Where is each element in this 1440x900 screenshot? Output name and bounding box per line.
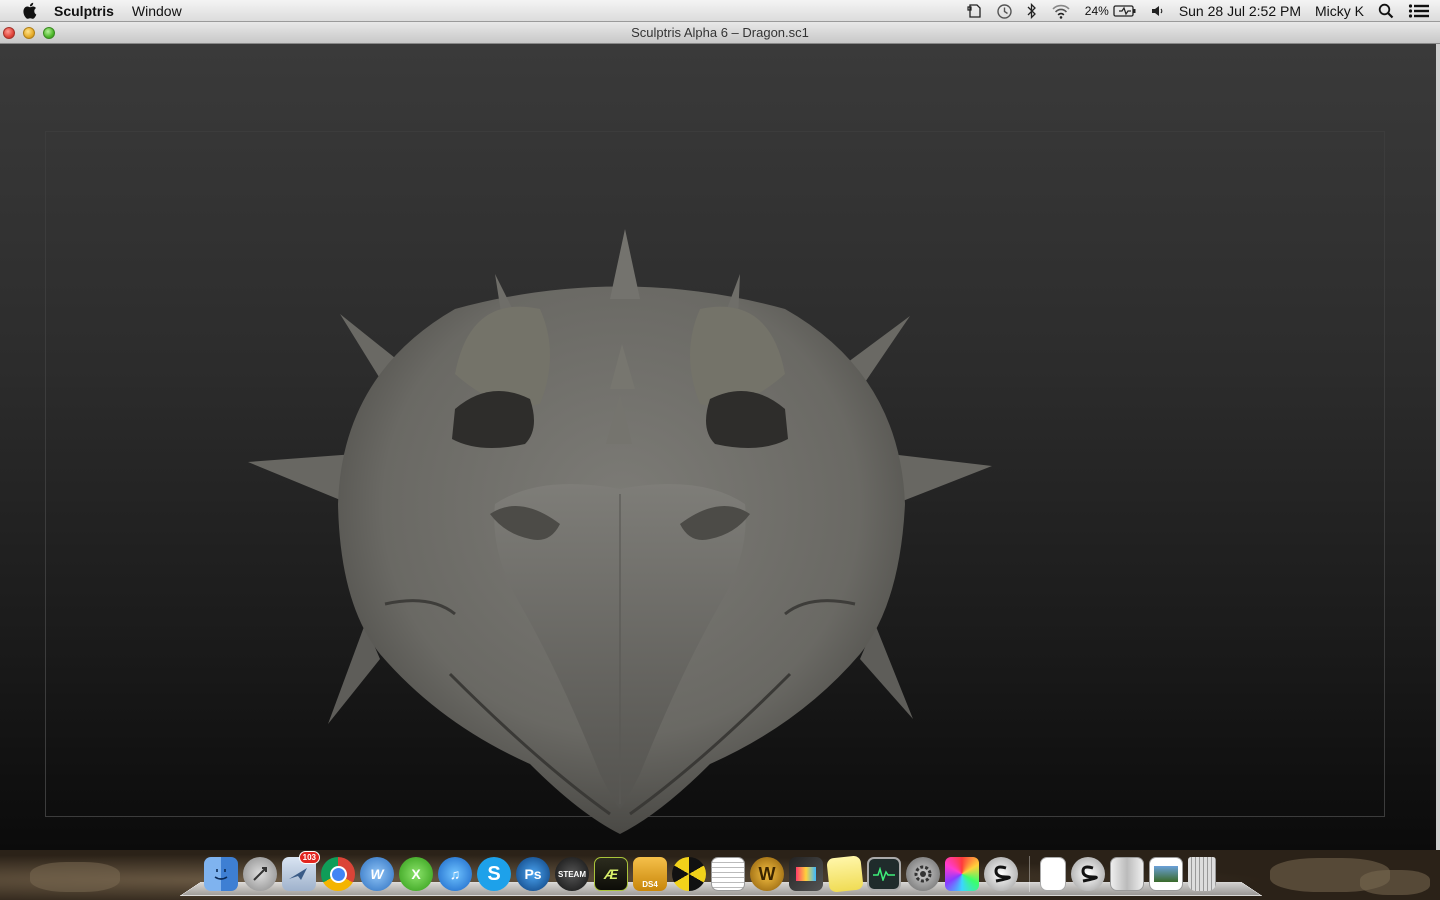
dragon-head-model[interactable] bbox=[240, 204, 1000, 844]
stickies-icon[interactable] bbox=[826, 855, 864, 893]
apple-menu-icon[interactable] bbox=[20, 2, 38, 19]
launchpad-icon[interactable] bbox=[243, 857, 277, 891]
mail-icon[interactable]: 103 bbox=[282, 851, 320, 891]
menu-bar: Sculptris Window 24% Sun 28 Jul 2:52 PM … bbox=[0, 0, 1440, 22]
finder-icon[interactable] bbox=[204, 857, 238, 891]
steam-icon[interactable]: STEAM bbox=[555, 857, 589, 891]
final-cut-icon[interactable] bbox=[789, 857, 823, 891]
document-icon[interactable] bbox=[1040, 857, 1066, 891]
battery-icon[interactable] bbox=[1113, 4, 1137, 18]
time-machine-icon[interactable] bbox=[996, 3, 1013, 20]
system-preferences-icon[interactable] bbox=[906, 857, 940, 891]
window-titlebar[interactable]: Sculptris Alpha 6 – Dragon.sc1 bbox=[0, 22, 1440, 44]
photoshop-icon[interactable]: Ps bbox=[516, 857, 550, 891]
volume-icon[interactable] bbox=[1151, 4, 1165, 18]
colors-icon[interactable] bbox=[945, 857, 979, 891]
sculptris-2-icon[interactable] bbox=[1071, 857, 1105, 891]
mail-badge: 103 bbox=[298, 851, 320, 864]
sculptris-window: Sculptris Alpha 6 – Dragon.sc1 bbox=[0, 22, 1440, 850]
dock-separator bbox=[1029, 856, 1030, 892]
sculptris-icon[interactable] bbox=[984, 857, 1018, 891]
trash-icon[interactable] bbox=[1188, 857, 1216, 891]
app-menu[interactable]: Sculptris bbox=[54, 0, 114, 22]
user-menu[interactable]: Micky K bbox=[1315, 3, 1364, 19]
xbox-icon[interactable]: X bbox=[399, 857, 433, 891]
skype-icon[interactable]: S bbox=[477, 857, 511, 891]
word-icon[interactable]: W bbox=[360, 857, 394, 891]
evernote-icon[interactable] bbox=[966, 3, 982, 19]
dock: 103 W X ♫ S Ps STEAM Æ DS4 W bbox=[204, 850, 1240, 898]
downloads-stack-icon[interactable] bbox=[1110, 857, 1144, 891]
wifi-icon[interactable] bbox=[1051, 4, 1071, 19]
radiation-icon[interactable] bbox=[672, 857, 706, 891]
spotlight-icon[interactable] bbox=[1378, 3, 1394, 19]
window-scrollbar[interactable] bbox=[1436, 44, 1440, 850]
sculpt-viewport[interactable] bbox=[0, 44, 1436, 850]
window-menu[interactable]: Window bbox=[132, 0, 182, 22]
battery-percentage: 24% bbox=[1084, 4, 1109, 18]
notification-center-icon[interactable] bbox=[1408, 3, 1430, 19]
clock[interactable]: Sun 28 Jul 2:52 PM bbox=[1179, 3, 1301, 19]
window-title: Sculptris Alpha 6 – Dragon.sc1 bbox=[631, 25, 809, 40]
bluetooth-icon[interactable] bbox=[1027, 3, 1037, 19]
after-effects-icon[interactable]: Æ bbox=[594, 857, 628, 891]
chrome-icon[interactable] bbox=[321, 857, 355, 891]
textedit-icon[interactable] bbox=[711, 857, 745, 891]
world-of-warcraft-icon[interactable]: W bbox=[750, 857, 784, 891]
itunes-icon[interactable]: ♫ bbox=[438, 857, 472, 891]
ds4-icon[interactable]: DS4 bbox=[633, 857, 667, 891]
activity-monitor-icon[interactable] bbox=[867, 857, 901, 891]
photos-stack-icon[interactable] bbox=[1149, 857, 1183, 891]
